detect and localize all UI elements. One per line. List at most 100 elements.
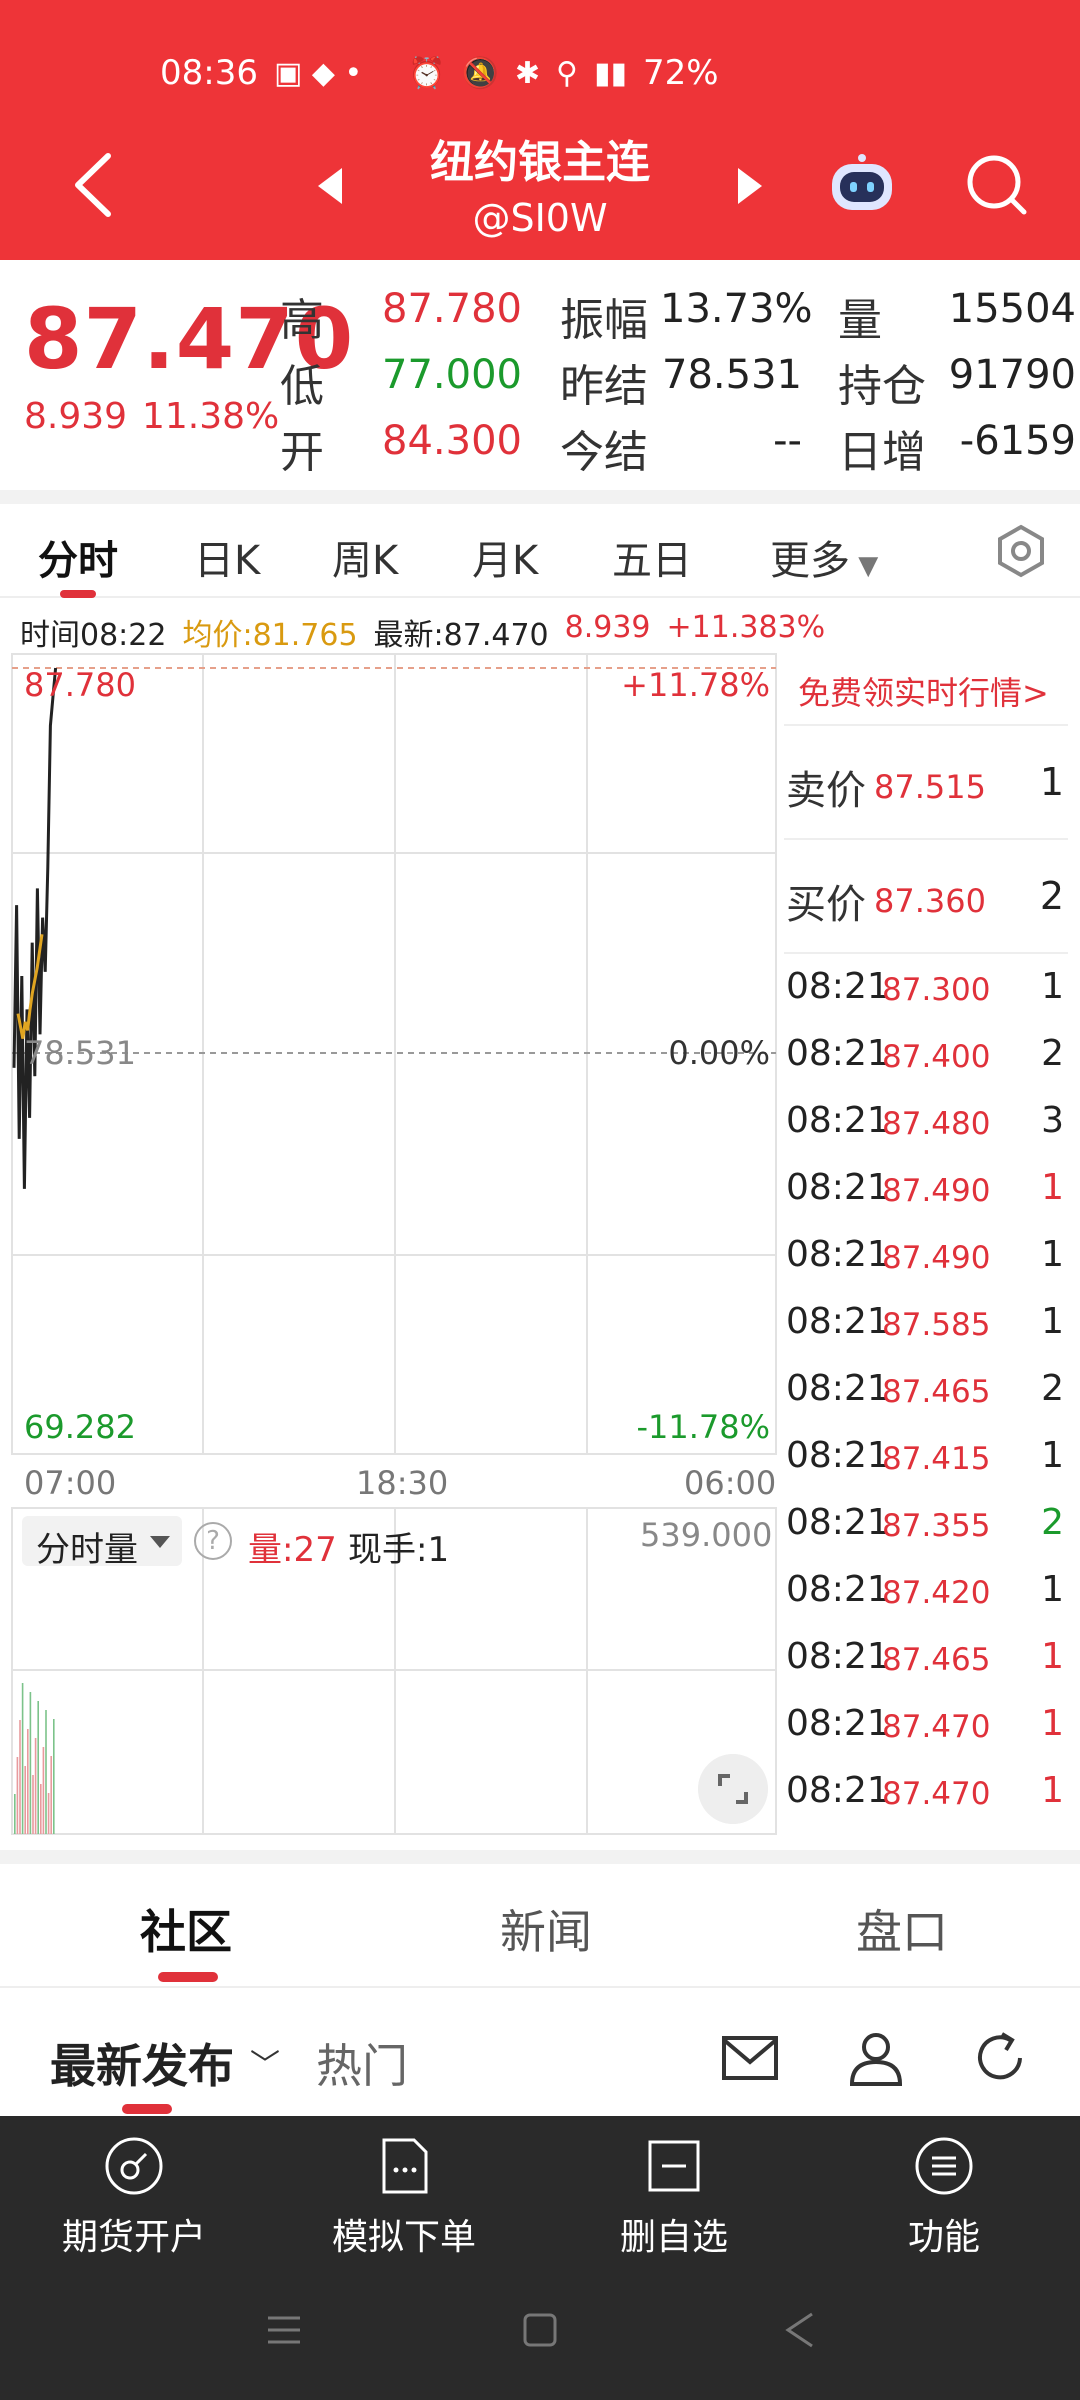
document-icon bbox=[382, 2138, 428, 2194]
volume-bar bbox=[32, 1775, 34, 1834]
sim-order-button[interactable]: 模拟下单 bbox=[304, 2136, 504, 2260]
notification-icons: ▣ ◆ • bbox=[273, 55, 363, 91]
trade-qty: 1 bbox=[1041, 1234, 1064, 1275]
trade-time: 08:21 bbox=[786, 1770, 890, 1811]
open-interest-label: 持仓 bbox=[838, 361, 926, 412]
tab-order-book[interactable]: 盘口 bbox=[856, 1896, 948, 1962]
free-realtime-link[interactable]: 免费领实时行情> bbox=[798, 668, 1049, 714]
trade-row: 08:21 87.585 1 bbox=[784, 1289, 1068, 1355]
user-icon[interactable] bbox=[846, 2030, 906, 2086]
tab-news[interactable]: 新闻 bbox=[500, 1896, 592, 1962]
tab-community[interactable]: 社区 bbox=[140, 1896, 232, 1962]
trade-row: 08:21 87.470 1 bbox=[784, 1691, 1068, 1757]
menu-icon bbox=[915, 2137, 973, 2195]
volume-bar bbox=[53, 1719, 55, 1834]
trade-price: 87.480 bbox=[882, 1106, 991, 1142]
sell-qty: 1 bbox=[1039, 760, 1064, 804]
fullscreen-icon[interactable] bbox=[698, 1754, 768, 1824]
tab-intraday[interactable]: 分时 bbox=[38, 528, 118, 586]
tab-more[interactable]: 更多 ▼ bbox=[770, 528, 878, 586]
alarm-icon: ⏰ bbox=[408, 55, 446, 91]
pct-axis-mid: 0.00% bbox=[668, 1034, 770, 1072]
trade-time: 08:21 bbox=[786, 1703, 890, 1744]
open-account-label: 期货开户 bbox=[61, 2217, 206, 2258]
trade-price: 87.470 bbox=[882, 1709, 991, 1745]
volume-bar bbox=[29, 1692, 32, 1834]
remove-watchlist-button[interactable]: 删自选 bbox=[574, 2136, 774, 2260]
status-time: 08:36 bbox=[160, 53, 258, 93]
chevron-down-icon[interactable]: ﹀ bbox=[250, 2040, 280, 2084]
chevron-down-icon bbox=[150, 1536, 170, 1548]
contract-code: @SI0W bbox=[472, 196, 608, 240]
open-account-button[interactable]: 期货开户 bbox=[34, 2136, 234, 2260]
trade-qty: 1 bbox=[1041, 1770, 1064, 1811]
prev-settle-value: 78.531 bbox=[662, 352, 802, 398]
tab-five-day[interactable]: 五日 bbox=[612, 528, 692, 586]
trade-price: 87.490 bbox=[882, 1240, 991, 1276]
trade-price: 87.465 bbox=[882, 1374, 991, 1410]
status-bar: 08:36 ▣ ◆ • ⏰ 🔕 ✱ ⚲ ▮▮ 72% bbox=[160, 48, 1040, 98]
tab-monthly-k[interactable]: 月K bbox=[472, 528, 538, 586]
buy-price-row: 买价 87.360 2 bbox=[784, 842, 1068, 954]
sell-price: 87.515 bbox=[874, 768, 986, 806]
trade-price: 87.400 bbox=[882, 1039, 991, 1075]
volume-bar bbox=[37, 1701, 39, 1834]
trade-qty: 1 bbox=[1041, 966, 1064, 1007]
trade-row: 08:21 87.400 2 bbox=[784, 1021, 1068, 1087]
amplitude-label: 振幅 bbox=[560, 295, 648, 346]
divider bbox=[0, 1986, 1080, 1988]
search-icon[interactable] bbox=[964, 152, 1028, 216]
robot-assistant-icon[interactable] bbox=[826, 152, 898, 218]
pct-axis-bottom: -11.78% bbox=[636, 1408, 770, 1446]
latest-posts-tab[interactable]: 最新发布 bbox=[50, 2030, 234, 2096]
hot-posts-tab[interactable]: 热门 bbox=[316, 2030, 408, 2096]
trade-row: 08:21 87.355 2 bbox=[784, 1490, 1068, 1556]
settings-icon[interactable] bbox=[994, 524, 1048, 578]
trade-row: 08:21 87.470 1 bbox=[784, 1758, 1068, 1824]
help-icon[interactable]: ? bbox=[194, 1522, 232, 1560]
functions-label: 功能 bbox=[907, 2217, 980, 2258]
functions-button[interactable]: 功能 bbox=[844, 2136, 1044, 2260]
volume-bar bbox=[24, 1766, 26, 1834]
volume-bar bbox=[50, 1756, 52, 1834]
amplitude-value: 13.73% bbox=[660, 286, 813, 332]
active-tab-indicator bbox=[122, 2104, 172, 2114]
active-tab-indicator bbox=[60, 590, 96, 598]
tab-daily-k[interactable]: 日K bbox=[194, 528, 260, 586]
trade-time: 08:21 bbox=[786, 1368, 890, 1409]
volume-label: 量 bbox=[838, 295, 882, 346]
back-icon[interactable] bbox=[70, 152, 116, 218]
nav-back-icon[interactable] bbox=[780, 2310, 820, 2350]
account-icon bbox=[105, 2137, 163, 2195]
sim-order-label: 模拟下单 bbox=[331, 2217, 476, 2258]
trade-row: 08:21 87.465 1 bbox=[784, 1624, 1068, 1690]
price-line bbox=[12, 667, 58, 1189]
y-axis-top: 87.780 bbox=[24, 666, 136, 704]
prev-contract-arrow-icon[interactable] bbox=[318, 168, 342, 204]
divider bbox=[0, 1850, 1080, 1864]
nav-menu-icon[interactable] bbox=[264, 2310, 304, 2350]
trade-qty: 1 bbox=[1041, 1636, 1064, 1677]
trade-time: 08:21 bbox=[786, 1502, 890, 1543]
mail-icon[interactable] bbox=[720, 2030, 780, 2086]
trade-time: 08:21 bbox=[786, 1569, 890, 1610]
trade-price: 87.490 bbox=[882, 1173, 991, 1209]
next-contract-arrow-icon[interactable] bbox=[738, 168, 762, 204]
chart-grid bbox=[11, 653, 777, 1835]
volume-bar bbox=[27, 1729, 29, 1834]
high-value: 87.780 bbox=[382, 286, 522, 332]
trade-row: 08:21 87.465 2 bbox=[784, 1356, 1068, 1422]
divider bbox=[0, 490, 1080, 504]
nav-home-icon[interactable] bbox=[520, 2310, 560, 2350]
volume-bar bbox=[21, 1683, 24, 1834]
volume-axis-max: 539.000 bbox=[640, 1516, 773, 1554]
trade-row: 08:21 87.490 1 bbox=[784, 1222, 1068, 1288]
refresh-icon[interactable] bbox=[972, 2030, 1032, 2086]
tab-weekly-k[interactable]: 周K bbox=[332, 528, 398, 586]
low-value: 77.000 bbox=[382, 352, 522, 398]
volume-type-label: 分时量 bbox=[36, 1530, 138, 1570]
buy-label: 买价 bbox=[786, 882, 866, 928]
volume-bar bbox=[42, 1747, 45, 1834]
page-title: 纽约银主连 bbox=[430, 137, 650, 188]
volume-bar bbox=[45, 1710, 47, 1834]
